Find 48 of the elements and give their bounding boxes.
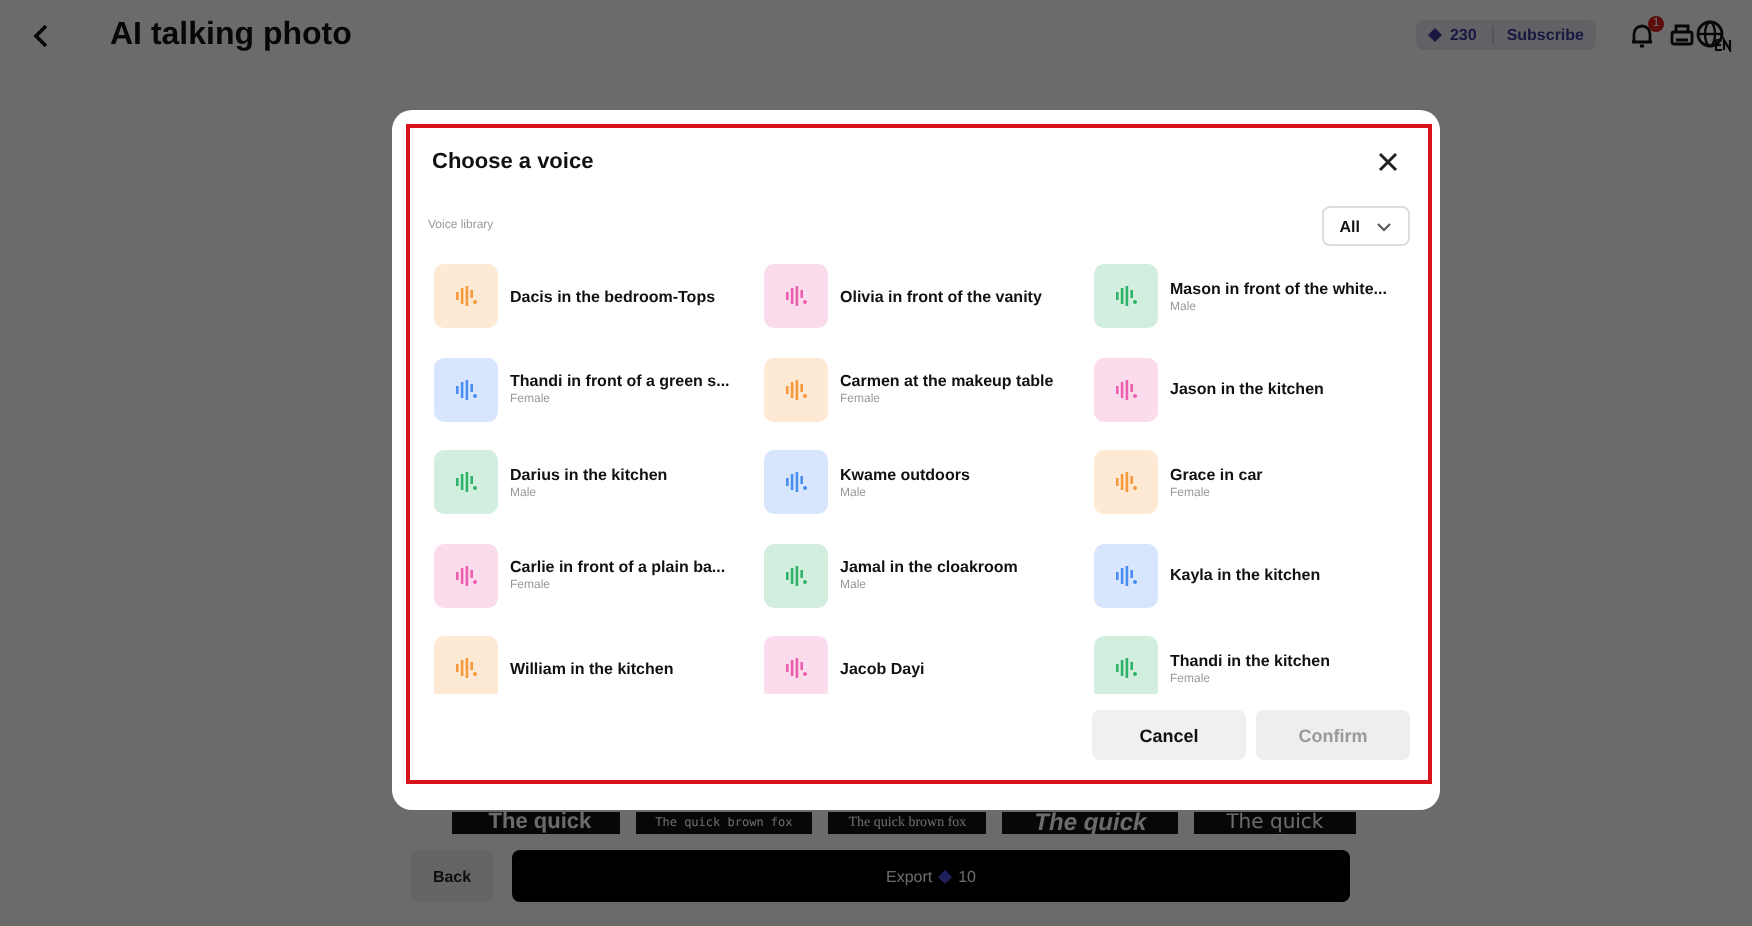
voice-icon[interactable] (434, 636, 498, 694)
voice-name[interactable]: Jason in the kitchen (1170, 380, 1324, 398)
language-button[interactable] (1696, 15, 1732, 55)
voice-name[interactable]: Thandi in front of a green s... (510, 372, 730, 390)
voice-icon[interactable] (1094, 543, 1158, 607)
cancel-button[interactable]: Cancel (1092, 710, 1246, 760)
bell-icon (1628, 21, 1656, 49)
voice-icon[interactable] (434, 264, 498, 328)
voice-name[interactable]: Thandi in the kitchen (1170, 651, 1331, 669)
voice-icon[interactable] (434, 450, 498, 514)
voice-icon[interactable] (1094, 450, 1158, 514)
diamond-icon (1427, 28, 1442, 42)
printer-icon (1668, 21, 1696, 49)
credits-count: 230 (1449, 26, 1477, 44)
voice-icon[interactable] (764, 543, 828, 607)
voice-name[interactable]: Kwame outdoors (840, 465, 970, 483)
font-sample[interactable]: The quick (1194, 812, 1356, 834)
globe-icon (1696, 19, 1732, 51)
voice-icon[interactable] (764, 636, 828, 694)
page-title: AI talking photo (110, 17, 352, 53)
voice-name[interactable]: Kayla in the kitchen (1170, 566, 1321, 584)
voice-name[interactable]: Olivia in front of the vanity (840, 287, 1042, 305)
close-icon (1378, 152, 1398, 172)
voice-icon[interactable] (764, 264, 828, 328)
voice-name[interactable]: Jacob Dayi (840, 659, 925, 677)
dialog-title: Choose a voice (432, 150, 594, 174)
voice-name[interactable]: Carmen at the makeup table (840, 372, 1054, 390)
voice-icon[interactable] (1094, 357, 1158, 421)
close-button[interactable] (1374, 148, 1402, 176)
export-button[interactable]: Export 10 (512, 850, 1350, 902)
chevron-left-icon (32, 21, 52, 49)
voice-name[interactable]: Darius in the kitchen (510, 465, 668, 483)
voice-name[interactable]: Carlie in front of a plain ba... (510, 558, 726, 576)
chevron-down-icon (1376, 221, 1392, 231)
diamond-icon (938, 869, 953, 883)
voice-icon[interactable] (434, 543, 498, 607)
voice-name[interactable]: Dacis in the bedroom-Tops (510, 287, 716, 305)
voice-icon[interactable] (764, 450, 828, 514)
voice-name[interactable]: William in the kitchen (510, 659, 674, 677)
voice-name[interactable]: Jamal in the cloakroom (840, 558, 1018, 576)
font-sample[interactable]: The quick (452, 812, 620, 834)
filter-dropdown[interactable]: All (1321, 206, 1410, 246)
voice-name[interactable]: Grace in car (1170, 465, 1263, 483)
voice-name[interactable]: Mason in front of the white... (1170, 279, 1387, 297)
voice-icon[interactable] (1094, 636, 1158, 694)
voice-icon[interactable] (1094, 264, 1158, 328)
voice-icon[interactable] (764, 357, 828, 421)
voice-icon[interactable] (434, 357, 498, 421)
